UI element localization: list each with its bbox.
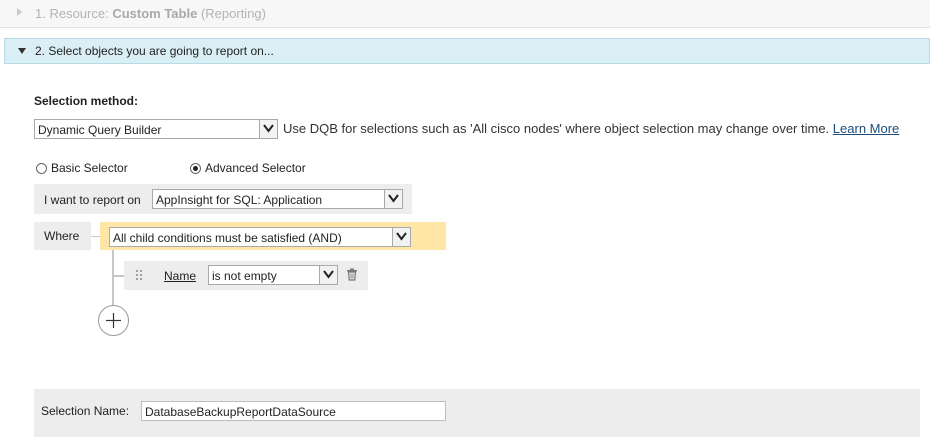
basic-selector-radio[interactable] [36,163,47,174]
step2-title: 2. Select objects you are going to repor… [35,44,274,58]
advanced-selector-radio[interactable] [190,163,201,174]
selection-method-value: Dynamic Query Builder [38,123,162,137]
add-condition-button[interactable] [98,305,129,336]
trash-icon[interactable] [346,268,358,284]
condition-operator-select[interactable]: is not empty [208,265,338,285]
dqb-hint-text: Use DQB for selections such as 'All cisc… [283,121,830,136]
report-on-select[interactable]: AppInsight for SQL: Application [152,189,403,209]
selection-name-label: Selection Name: [41,404,130,418]
advanced-selector-label[interactable]: Advanced Selector [205,161,306,175]
tree-vertical-line [112,250,114,306]
selection-method-label: Selection method: [34,94,139,108]
tree-branch-line [114,275,124,277]
step2-header[interactable]: 2. Select objects you are going to repor… [4,38,930,64]
chevron-down-icon [319,266,337,284]
report-on-label: I want to report on [44,193,141,207]
tree-connector [91,236,100,237]
plus-icon [106,313,121,328]
step1-header[interactable]: 1. Resource: Custom Table (Reporting) [0,0,930,28]
selection-method-select[interactable]: Dynamic Query Builder [34,119,278,139]
where-box: Where [34,222,91,250]
expand-icon [17,8,22,16]
condition-group-row: All child conditions must be satisfied (… [100,222,446,250]
chevron-down-icon [384,190,402,208]
condition-operator-value: is not empty [212,269,277,283]
step1-title: 1. Resource: Custom Table (Reporting) [35,6,266,21]
dqb-hint: Use DQB for selections such as 'All cisc… [283,121,899,136]
chevron-down-icon [259,120,277,138]
selection-name-value: DatabaseBackupReportDataSource [145,405,336,419]
drag-handle-icon[interactable] [135,269,143,284]
condition-group-value: All child conditions must be satisfied (… [113,231,342,245]
chevron-down-icon [392,228,410,246]
collapse-icon [18,48,26,54]
learn-more-link[interactable]: Learn More [833,121,899,136]
report-on-row: I want to report on AppInsight for SQL: … [34,184,412,214]
condition-group-select[interactable]: All child conditions must be satisfied (… [109,227,411,247]
basic-selector-label[interactable]: Basic Selector [51,161,128,175]
report-on-value: AppInsight for SQL: Application [156,193,323,207]
selection-name-panel: Selection Name: DatabaseBackupReportData… [34,389,920,437]
where-label: Where [44,229,80,243]
selection-name-input[interactable]: DatabaseBackupReportDataSource [141,401,446,421]
condition-row: Name is not empty [124,261,368,290]
condition-field-link[interactable]: Name [164,269,196,283]
